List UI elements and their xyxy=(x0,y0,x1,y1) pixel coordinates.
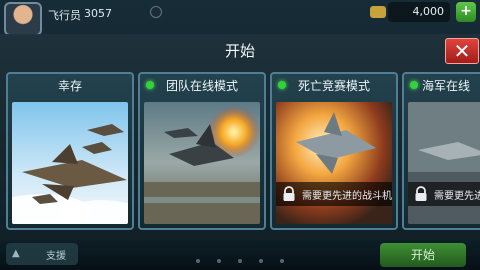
mode-card-deathmatch[interactable]: 死亡竞赛模式 需要更先进的战斗机 xyxy=(270,72,398,230)
lock-overlay: 需要更先进的战斗机 xyxy=(276,182,392,206)
mode-thumbnail-survival xyxy=(12,102,128,224)
mode-thumbnail-deathmatch: 需要更先进的战斗机 xyxy=(276,102,392,224)
mode-thumbnail-naval: 需要更先进 xyxy=(408,102,480,224)
lock-icon xyxy=(415,186,427,201)
online-status-icon xyxy=(410,81,418,89)
top-hud: 飞行员 3057 4,000 + xyxy=(0,0,480,36)
pilot-value: 3057 xyxy=(84,7,112,20)
modal-title: 开始 xyxy=(224,42,255,60)
mode-card-title: 死亡竞赛模式 xyxy=(297,79,370,93)
mode-card-title: 幸存 xyxy=(57,79,82,93)
medal-icon xyxy=(150,6,162,18)
carousel-dot xyxy=(238,259,243,263)
game-screen: 飞行员 3057 4,000 + 开始 ✕ 幸存 团队在线模式 死亡竞赛模式 需… xyxy=(0,0,480,270)
mode-card-title: 团队在线模式 xyxy=(165,79,238,93)
bottom-hud: ▲ 支援 开始 xyxy=(0,240,480,270)
up-arrow-icon: ▲ xyxy=(12,248,20,259)
pilot-label: 飞行员 xyxy=(48,9,81,22)
mode-thumbnail-team xyxy=(144,102,260,224)
start-button[interactable]: 开始 xyxy=(380,243,466,267)
lock-requirement-text: 需要更先进 xyxy=(434,191,480,202)
carousel-indicator xyxy=(190,248,300,263)
carousel-dot xyxy=(217,259,222,263)
add-currency-button[interactable]: + xyxy=(456,2,476,22)
pilot-avatar[interactable] xyxy=(4,2,42,36)
carousel-dot xyxy=(196,259,200,263)
support-button[interactable]: ▲ 支援 xyxy=(6,243,78,265)
lock-requirement-text: 需要更先进的战斗机 xyxy=(302,191,392,202)
cash-icon xyxy=(370,6,386,18)
mode-card-survival[interactable]: 幸存 xyxy=(6,72,134,230)
carousel-dot xyxy=(259,259,264,263)
support-label: 支援 xyxy=(46,251,66,262)
close-button[interactable]: ✕ xyxy=(445,38,479,64)
lock-overlay: 需要更先进 xyxy=(408,182,480,206)
carousel-dot xyxy=(280,259,285,263)
currency-value: 4,000 xyxy=(388,2,450,22)
lock-icon xyxy=(283,186,295,201)
mode-card-team-online[interactable]: 团队在线模式 xyxy=(138,72,266,230)
mode-card-naval-online[interactable]: 海军在线 需要更先进 xyxy=(402,72,480,230)
mode-card-title: 海军在线 xyxy=(422,79,471,93)
